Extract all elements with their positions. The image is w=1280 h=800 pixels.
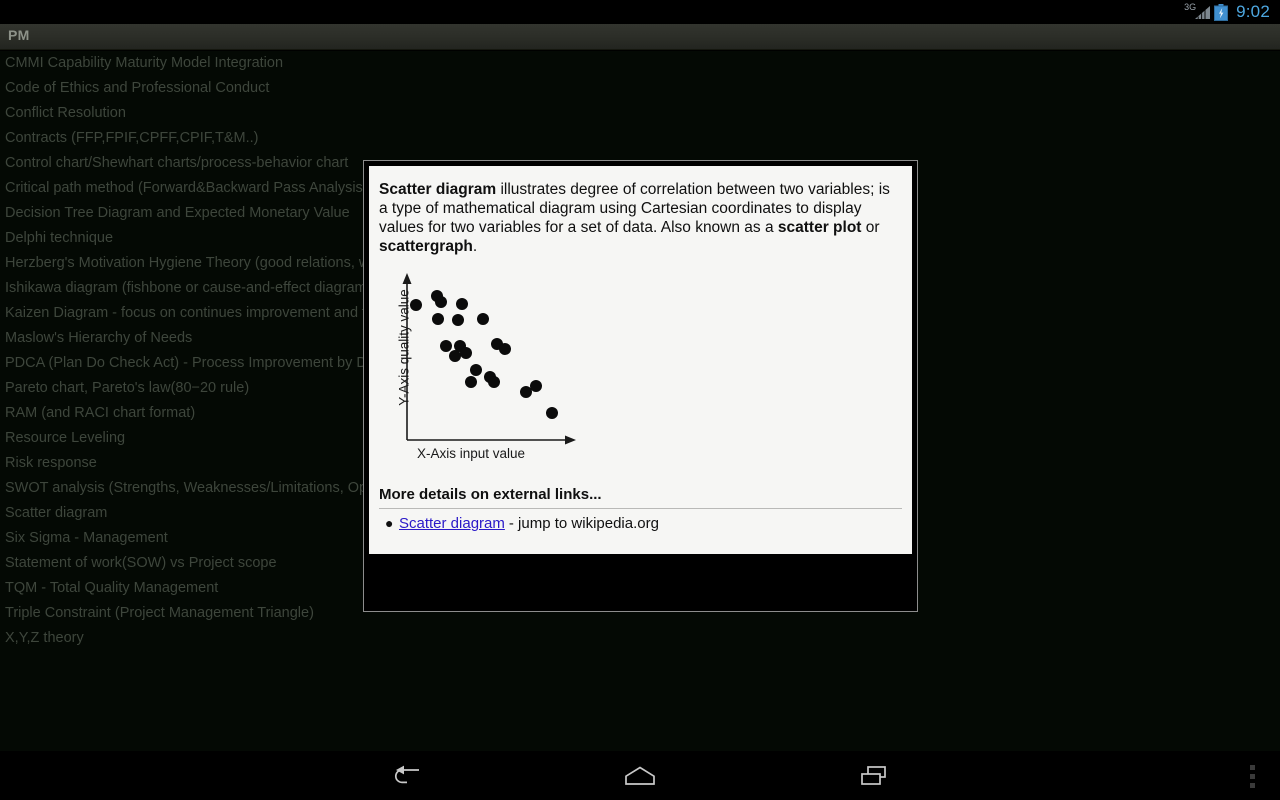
scatter-point — [455, 297, 468, 310]
list-item-label: Conflict Resolution — [5, 105, 126, 121]
scatter-point — [452, 314, 465, 326]
scatter-point — [546, 407, 559, 419]
back-arrow-icon — [394, 765, 419, 784]
list-item-label: Scatter diagram — [5, 505, 108, 521]
term-scattergraph: scattergraph — [379, 238, 473, 255]
description-text-2: or — [861, 219, 880, 236]
list-item-label: Maslow's Hierarchy of Needs — [5, 330, 193, 346]
links-divider — [379, 508, 902, 509]
recent-apps-icon — [861, 766, 886, 785]
term-scatter-diagram: Scatter diagram — [379, 181, 497, 198]
dialog-scroll-area[interactable]: Scatter diagram illustrates degree of co… — [369, 166, 912, 554]
list-item-label: RAM (and RACI chart format) — [5, 405, 196, 421]
scatter-point — [530, 380, 543, 392]
bullet-icon: ● — [385, 515, 394, 531]
scatter-point — [432, 312, 445, 325]
wikipedia-link[interactable]: Scatter diagram — [399, 515, 505, 532]
scatter-point — [488, 375, 501, 388]
system-navigation-bar — [0, 752, 1280, 800]
list-item[interactable]: X,Y,Z theory — [0, 626, 1280, 651]
list-item-label: Herzberg's Motivation Hygiene Theory (go… — [5, 255, 378, 271]
list-item[interactable]: Contracts (FFP,FPIF,CPFF,CPIF,T&M..) — [0, 126, 1280, 151]
overflow-dot-1 — [1249, 764, 1255, 770]
list-item-label: Control chart/Shewhart charts/process-be… — [5, 155, 349, 171]
description-text-3: . — [472, 238, 478, 255]
dialog-content-panel: Scatter diagram illustrates degree of co… — [369, 166, 912, 554]
scatter-point — [469, 363, 482, 376]
scatter-point — [440, 339, 452, 352]
list-item-label: Delphi technique — [5, 230, 114, 246]
list-item-label: TQM - Total Quality Management — [5, 580, 219, 596]
overflow-dot-3 — [1249, 782, 1255, 788]
home-button[interactable] — [618, 759, 662, 793]
list-item-label: Critical path method (Forward&Backward P… — [5, 180, 368, 196]
recent-apps-button[interactable] — [852, 759, 896, 793]
list-item[interactable]: Code of Ethics and Professional Conduct — [0, 76, 1280, 101]
clock-time: 9:02 — [1236, 2, 1270, 21]
list-item-label: Kaizen Diagram - focus on continues impr… — [5, 305, 375, 321]
list-item-label: CMMI Capability Maturity Model Integrati… — [5, 55, 284, 71]
signal-bars-icon: 3G — [1184, 3, 1211, 21]
battery-charging-icon — [1214, 3, 1229, 21]
scatter-point — [464, 375, 477, 388]
list-item-label: Six Sigma - Management — [5, 530, 168, 546]
overflow-menu-button[interactable] — [1240, 759, 1264, 793]
term-scatter-plot: scatter plot — [777, 219, 862, 236]
list-item-label: Triple Constraint (Project Management Tr… — [5, 605, 314, 621]
scatter-point — [410, 299, 423, 311]
link-description: - jump to wikipedia.org — [508, 515, 659, 532]
list-item-label: Statement of work(SOW) vs Project scope — [5, 555, 277, 571]
external-link-item: ● Scatter diagram - jump to wikipedia.or… — [379, 515, 900, 532]
detail-dialog: Scatter diagram illustrates degree of co… — [363, 160, 918, 612]
list-item-label: SWOT analysis (Strengths, Weaknesses/Lim… — [5, 480, 376, 496]
overflow-dot-2 — [1249, 773, 1255, 779]
list-item-label: Pareto chart, Pareto's law(80−20 rule) — [5, 380, 250, 396]
scatter-diagram-figure: Y-Axis quality value X-Axis input value — [381, 268, 581, 468]
scatter-point — [477, 312, 490, 325]
chart-x-axis-label: X-Axis input value — [417, 446, 526, 461]
description-paragraph: Scatter diagram illustrates degree of co… — [379, 180, 900, 256]
list-item-label: X,Y,Z theory — [5, 630, 84, 646]
action-bar: PM — [0, 24, 1280, 50]
list-item-label: Risk response — [5, 455, 97, 471]
list-item-label: Ishikawa diagram (fishbone or cause-and-… — [5, 280, 367, 296]
signal-strength-icon — [1195, 6, 1211, 19]
scatter-point — [460, 347, 473, 359]
list-item-label: Code of Ethics and Professional Conduct — [5, 80, 270, 96]
back-button[interactable] — [384, 759, 428, 793]
list-item-label: Decision Tree Diagram and Expected Monet… — [5, 205, 350, 221]
list-item-label: PDCA (Plan Do Check Act) - Process Impro… — [5, 355, 387, 371]
external-links-heading: More details on external links... — [379, 486, 602, 503]
status-bar: 3G 9:02 — [0, 0, 1280, 24]
home-icon — [625, 766, 655, 785]
list-item-label: Resource Leveling — [5, 430, 126, 446]
chart-plot-area — [403, 268, 581, 443]
scatter-point — [499, 342, 512, 355]
list-item[interactable]: Conflict Resolution — [0, 101, 1280, 126]
app-title: PM — [8, 27, 30, 43]
list-item-label: Contracts (FFP,FPIF,CPFF,CPIF,T&M..) — [5, 130, 259, 146]
scatter-point — [435, 296, 448, 308]
list-item[interactable]: CMMI Capability Maturity Model Integrati… — [0, 51, 1280, 76]
